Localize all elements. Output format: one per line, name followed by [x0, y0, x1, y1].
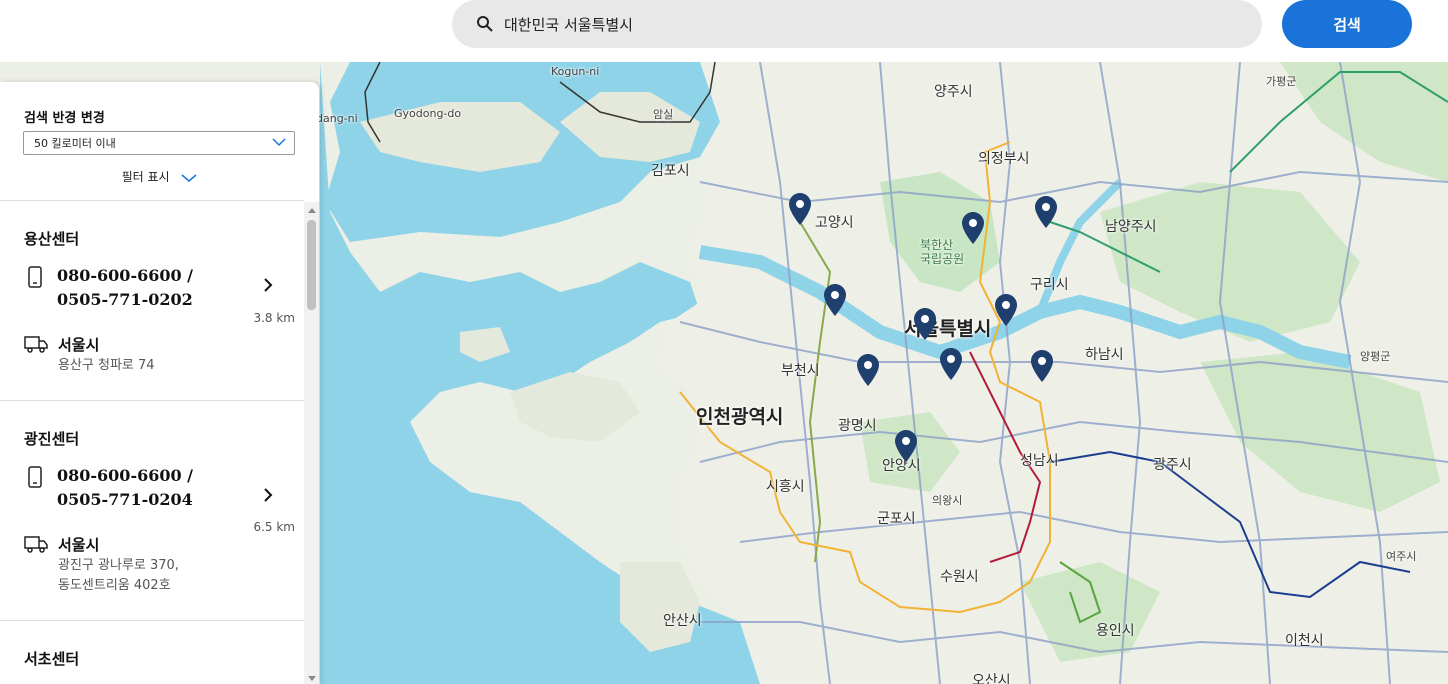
map-label-guri: 구리시 [1030, 277, 1069, 293]
chevron-down-icon [181, 173, 197, 182]
mobile-phone-icon [28, 266, 42, 288]
truck-icon [24, 536, 48, 553]
center-name[interactable]: 서초센터 [24, 648, 79, 669]
radius-title: 검색 반경 변경 [24, 111, 105, 126]
center-phone[interactable]: 080-600-6600 / 0505-771-0202 [57, 264, 193, 312]
location-pin-icon[interactable] [789, 193, 811, 225]
map-label-gwangju: 광주시 [1153, 457, 1192, 473]
scroll-up-arrow-icon[interactable] [308, 208, 316, 213]
center-name[interactable]: 용산센터 [24, 228, 79, 249]
center-address: 용산구 청파로 74 [58, 358, 155, 373]
map-label-dangni: dang-ni [316, 112, 358, 125]
chevron-right-icon[interactable] [262, 277, 274, 293]
map-label-kogun: Kogun-ni [551, 65, 600, 78]
map-label-yangpyeong: 양평군 [1360, 350, 1391, 363]
map-label-ansan: 안산시 [663, 613, 702, 629]
location-pin-icon[interactable] [995, 294, 1017, 326]
location-pin-icon[interactable] [824, 284, 846, 316]
center-city: 서울시 [58, 336, 100, 354]
scroll-thumb[interactable] [307, 220, 316, 310]
map-label-goyang: 고양시 [815, 215, 854, 231]
map-label-bukhansan: 북한산 국립공원 [920, 238, 965, 266]
search-icon [477, 16, 493, 32]
search-button[interactable]: 검색 [1282, 0, 1412, 48]
panel-scrollbar[interactable] [304, 202, 319, 684]
location-pin-icon[interactable] [940, 348, 962, 380]
map-label-hanam: 하남시 [1085, 347, 1124, 363]
truck-icon [24, 336, 48, 353]
center-address: 광진구 광나루로 370, 동도센트리움 402호 [58, 558, 179, 593]
map-label-yangju: 양주시 [934, 84, 973, 100]
map-label-gunpo: 군포시 [877, 511, 916, 527]
map-label-seongnam: 성남시 [1020, 453, 1059, 469]
map-label-gyodong: Gyodong-do [394, 107, 462, 120]
location-pin-icon[interactable] [1035, 196, 1057, 228]
chevron-down-icon [272, 138, 286, 147]
filter-label: 필터 표시 [121, 170, 170, 184]
map-label-amsil: 암실 [653, 108, 674, 121]
radius-select[interactable]: 50 킬로미터 이내 [23, 131, 295, 155]
map-label-bucheon: 부천시 [781, 363, 820, 379]
map-label-uiwang: 의왕시 [932, 494, 963, 507]
search-bar[interactable]: 대한민국 서울특별시 [452, 0, 1262, 48]
location-pin-icon[interactable] [857, 354, 879, 386]
center-list-panel: 검색 반경 변경 50 킬로미터 이내 필터 표시 용산센터 080-600-6… [0, 82, 319, 684]
map-label-yeoju: 여주시 [1386, 550, 1417, 563]
center-name[interactable]: 광진센터 [24, 428, 79, 449]
map-label-icheon: 이천시 [1285, 633, 1324, 649]
location-pin-icon[interactable] [962, 212, 984, 244]
map-label-suwon: 수원시 [940, 569, 979, 585]
divider [0, 620, 304, 621]
top-bar: 대한민국 서울특별시 검색 [0, 0, 1448, 62]
divider [0, 200, 304, 201]
map-label-gapyeong: 가평군 [1266, 75, 1297, 88]
map-label-gwangmyeong: 광명시 [838, 418, 877, 434]
map-label-osan: 오산시 [972, 673, 1011, 684]
filter-toggle[interactable]: 필터 표시 [0, 168, 319, 185]
location-pin-icon[interactable] [895, 430, 917, 462]
center-distance: 3.8 km [253, 311, 295, 325]
map-label-siheung: 시흥시 [766, 479, 805, 495]
radius-select-value: 50 킬로미터 이내 [34, 137, 116, 150]
center-city: 서울시 [58, 536, 100, 554]
map-label-yongin: 용인시 [1096, 623, 1135, 639]
mobile-phone-icon [28, 466, 42, 488]
chevron-right-icon[interactable] [262, 487, 274, 503]
center-distance: 6.5 km [253, 520, 295, 534]
map-label-uijeongbu: 의정부시 [978, 151, 1030, 167]
map-label-incheon: 인천광역시 [696, 406, 784, 428]
map-label-gimpo: 김포시 [651, 163, 690, 179]
divider [0, 400, 304, 401]
map-label-namyangju: 남양주시 [1105, 219, 1157, 235]
location-pin-icon[interactable] [914, 308, 936, 340]
search-input[interactable]: 대한민국 서울특별시 [504, 14, 633, 35]
location-pin-icon[interactable] [1031, 350, 1053, 382]
center-phone[interactable]: 080-600-6600 / 0505-771-0204 [57, 464, 193, 512]
scroll-down-arrow-icon[interactable] [308, 676, 316, 681]
